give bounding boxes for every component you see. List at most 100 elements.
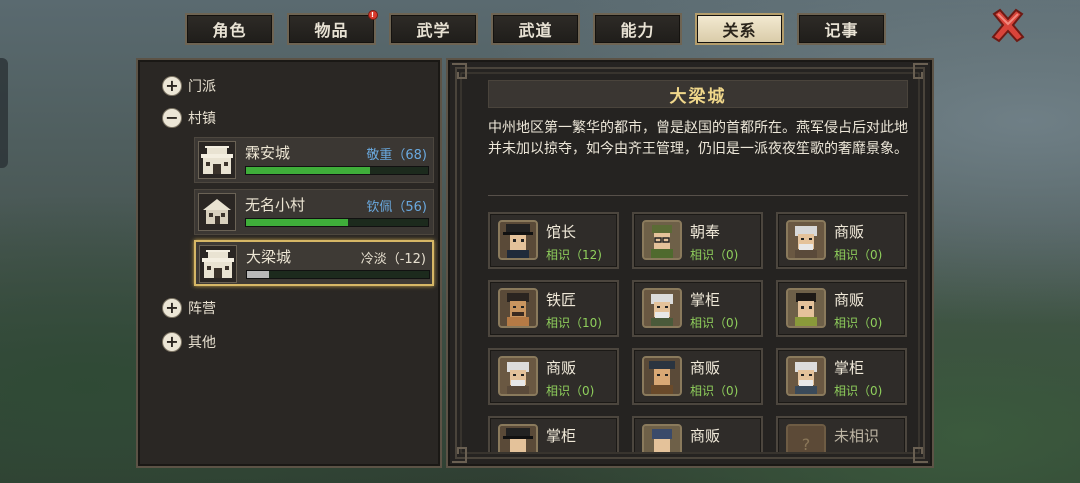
npc-relation: 相识（0) [834,248,883,262]
npc-name: 未相识 [834,427,880,445]
npc-card[interactable]: 掌柜 相识（0) [632,280,763,337]
reputation-bar-fill [246,219,348,226]
npc-portrait [642,288,682,328]
npc-name: 朝奉 [690,223,721,241]
npc-card[interactable]: 商贩 相识（0) [632,348,763,405]
npc-relation: 相识（0) [834,384,883,398]
npc-card-unknown[interactable]: ? 未相识 [776,416,907,452]
town-name: 大梁城 [246,248,292,266]
collapse-icon: − [162,108,182,128]
npc-card[interactable]: 掌柜 相识（0) [776,348,907,405]
npc-relation: 相识（0) [690,384,739,398]
npc-portrait [498,220,538,260]
npc-name: 馆长 [546,223,577,241]
npc-card[interactable]: 商贩 相识（0) [776,212,907,269]
npc-name: 商贩 [834,223,865,241]
town-item[interactable]: 霖安城 敬重（68) [194,137,434,183]
village-house-icon [198,193,236,231]
expand-icon: + [162,332,182,352]
city-description: 中州地区第一繁华的都市，曾是赵国的首都所在。燕军侵占后对此地并未加以掠夺，如今由… [488,120,908,157]
tab-martial-way[interactable]: 武道 [491,13,580,45]
town-item[interactable]: 无名小村 钦佩（56) [194,189,434,235]
npc-portrait [786,220,826,260]
expand-icon: + [162,76,182,96]
town-name: 霖安城 [245,144,291,162]
npc-relation: 相识（0) [834,316,883,330]
expand-icon: + [162,298,182,318]
category-label: 阵营 [188,301,216,317]
notification-badge: ! [368,10,378,20]
town-gate-icon [198,141,236,179]
npc-portrait [642,220,682,260]
npc-portrait [498,424,538,452]
town-item-selected[interactable]: 大梁城 冷淡（-12) [194,240,434,286]
relation-category-panel: + 门派 − 村镇 霖安城 敬重（68) 无名小村 钦佩（56) 大梁城 冷淡（… [136,58,442,468]
tab-label: 能力 [620,21,655,40]
npc-card[interactable]: 商贩 相识（0) [488,348,619,405]
npc-grid: 馆长 相识（12) 朝奉 相识（0) 商贩 相识（0) 铁匠 相识（10) 掌柜… [488,212,908,452]
tab-bar: 角色 物品! 武学 武道 能力 关系 记事 [185,10,886,46]
tab-relations[interactable]: 关系 [695,13,784,45]
divider [488,195,908,196]
reputation-bar [245,218,429,227]
npc-name: 掌柜 [690,291,721,309]
category-other[interactable]: + 其他 [162,332,216,352]
close-button[interactable] [990,8,1026,44]
town-gate-icon [199,245,237,283]
npc-card[interactable]: 铁匠 相识（10) [488,280,619,337]
npc-name: 商贩 [546,359,577,377]
category-village[interactable]: − 村镇 [162,108,216,128]
npc-name: 商贩 [690,427,721,445]
tab-label: 武学 [416,21,451,40]
category-label: 门派 [188,79,216,95]
npc-relation: 相识（0) [546,384,595,398]
unknown-portrait-icon: ? [786,424,826,452]
npc-name: 商贩 [690,359,721,377]
tab-abilities[interactable]: 能力 [593,13,682,45]
tab-journal[interactable]: 记事 [797,13,886,45]
reputation-bar-fill [247,271,269,278]
npc-card[interactable]: 朝奉 相识（0) [632,212,763,269]
tab-label: 角色 [212,21,247,40]
npc-portrait [786,288,826,328]
reputation-bar [245,166,429,175]
tab-label: 关系 [722,21,757,40]
city-title: 大梁城 [488,80,908,108]
npc-relation: 相识（12) [546,248,602,262]
reputation-bar-fill [246,167,370,174]
npc-name: 铁匠 [546,291,577,309]
npc-portrait [786,356,826,396]
npc-portrait [498,288,538,328]
npc-relation: 相识（10) [546,316,602,330]
tab-character[interactable]: 角色 [185,13,274,45]
reputation-bar [246,270,430,279]
town-relation: 钦佩（56) [366,200,427,215]
tab-label: 武道 [518,21,553,40]
npc-card[interactable]: 商贩 相识（0) [776,280,907,337]
npc-name: 掌柜 [546,427,577,445]
npc-portrait [498,356,538,396]
tab-martial-arts[interactable]: 武学 [389,13,478,45]
npc-card[interactable]: 掌柜 [488,416,619,452]
town-name: 无名小村 [245,196,306,214]
category-label: 其他 [188,335,216,351]
tab-items[interactable]: 物品! [287,10,378,45]
npc-relation: 相识（0) [690,248,739,262]
category-camp[interactable]: + 阵营 [162,298,216,318]
svg-text:?: ? [802,435,811,452]
town-relation: 敬重（68) [366,148,427,163]
category-label: 村镇 [188,111,216,127]
close-icon [991,8,1025,43]
category-sect[interactable]: + 门派 [162,76,216,96]
npc-card[interactable]: 馆长 相识（12) [488,212,619,269]
npc-card[interactable]: 商贩 [632,416,763,452]
npc-portrait [642,424,682,452]
npc-relation: 相识（0) [690,316,739,330]
tab-label: 记事 [824,21,859,40]
npc-name: 商贩 [834,291,865,309]
town-relation: 冷淡（-12) [360,252,426,267]
town-detail-panel: 大梁城 中州地区第一繁华的都市，曾是赵国的首都所在。燕军侵占后对此地并未加以掠夺… [446,58,934,468]
npc-name: 掌柜 [834,359,865,377]
tab-label: 物品 [314,21,349,40]
side-handle [0,58,8,168]
